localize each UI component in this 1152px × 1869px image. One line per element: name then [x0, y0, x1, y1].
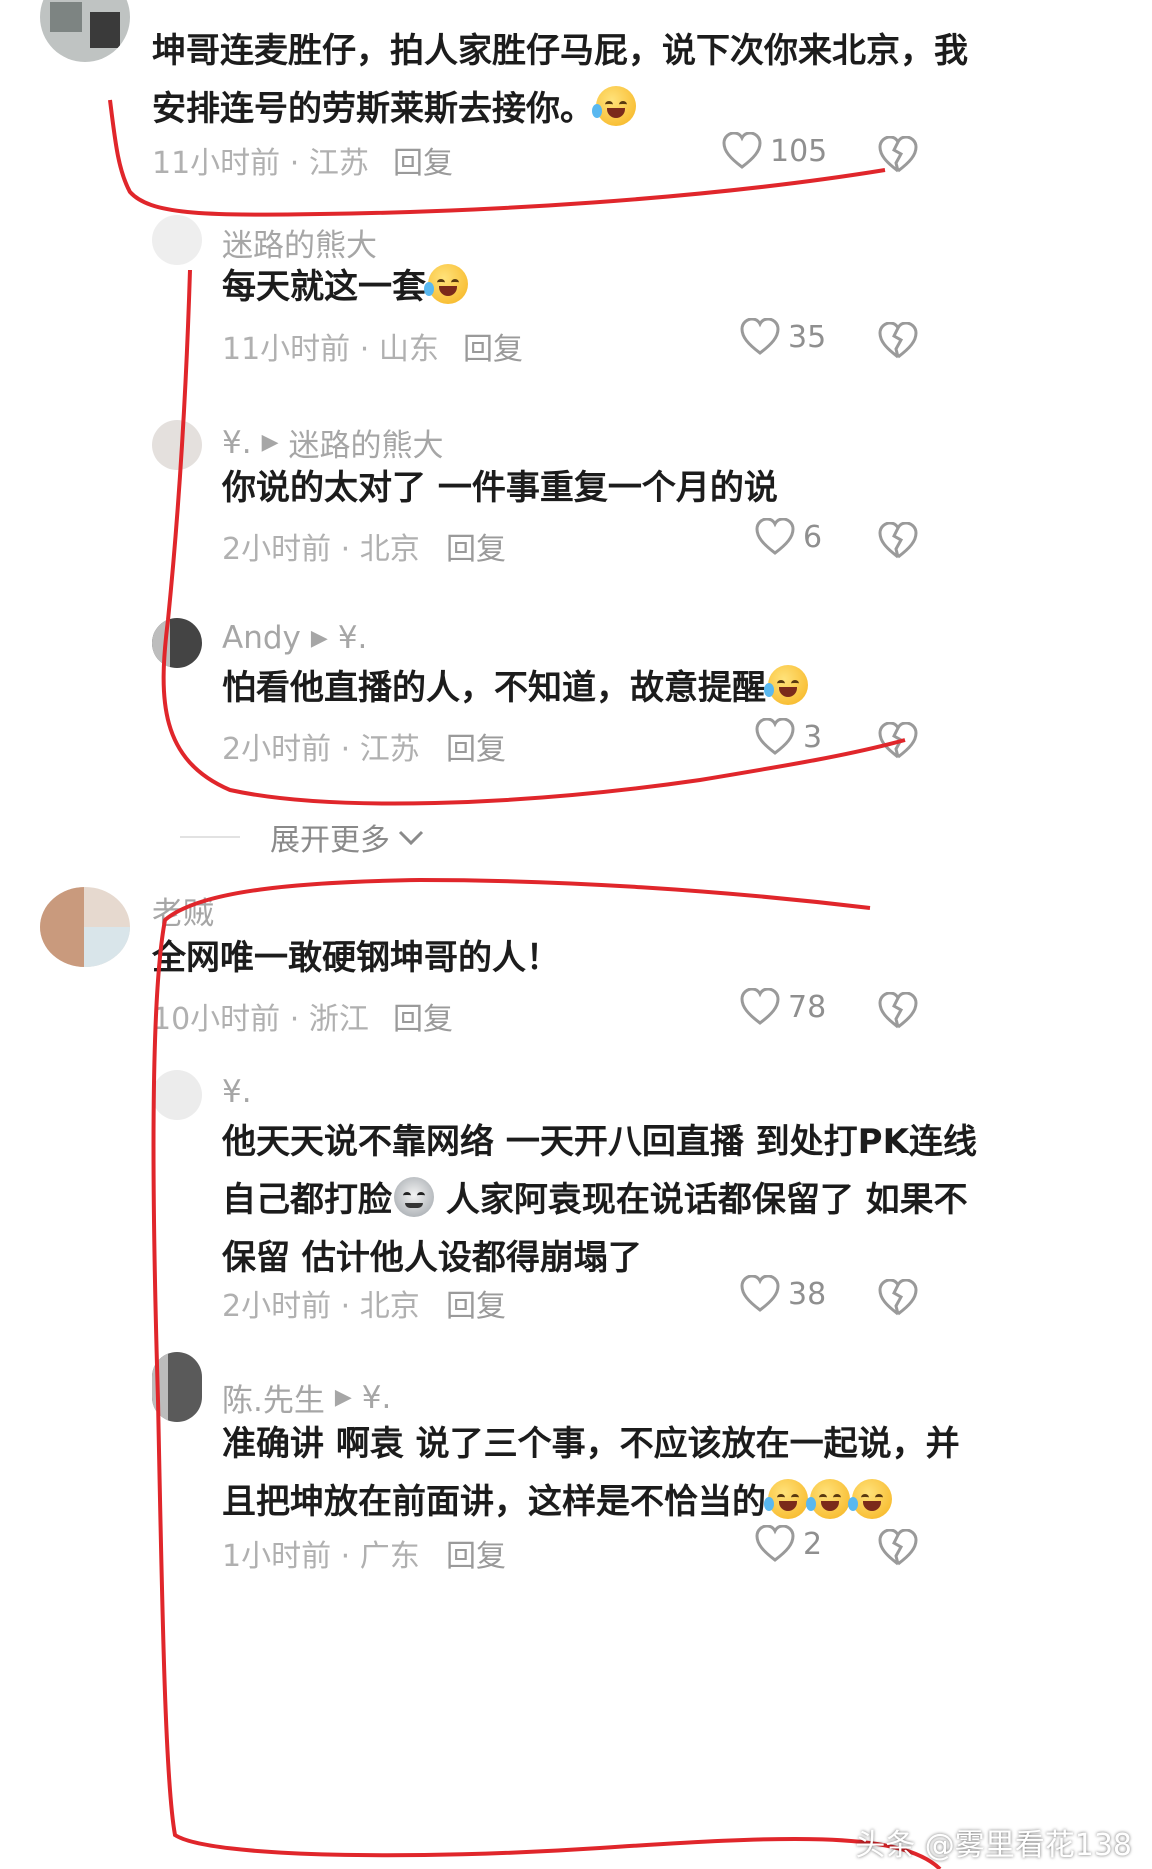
dislike-button[interactable] [878, 1529, 918, 1567]
like-button[interactable]: 78 [740, 988, 826, 1026]
dislike-button[interactable] [878, 136, 918, 174]
comment-text: 坤哥连麦胜仔，拍人家胜仔马屁，说下次你来北京，我 安排连号的劳斯莱斯去接你。 [152, 31, 968, 129]
like-button[interactable]: 38 [740, 1275, 826, 1313]
like-count: 78 [788, 989, 827, 1025]
comment-text: 他天天说不靠网络 一天开八回直播 到处打PK连线 自己都打脸 人家阿袁现在说话都… [222, 1122, 977, 1278]
timestamp: 2小时前 [222, 532, 332, 567]
like-count: 38 [788, 1276, 827, 1312]
comment-meta: 1小时前 · 广东 [222, 1539, 420, 1574]
reply-arrow-icon: ▶ [261, 430, 279, 455]
broken-heart-icon [878, 522, 918, 559]
broken-heart-icon [878, 992, 918, 1029]
avatar[interactable] [152, 618, 202, 668]
avatar[interactable] [40, 0, 130, 62]
comment-text: 全网唯一敢硬钢坤哥的人！ [152, 938, 560, 978]
like-button[interactable]: 6 [755, 518, 822, 556]
heart-icon [755, 718, 795, 756]
laughing-tears-emoji-icon [592, 86, 636, 126]
location: 江苏 [308, 146, 369, 181]
comment-meta: 11小时前 · 山东 [222, 332, 439, 367]
heart-icon [740, 988, 780, 1026]
like-button[interactable]: 2 [755, 1525, 822, 1563]
location: 北京 [359, 532, 420, 567]
divider [180, 836, 240, 838]
like-count: 3 [803, 719, 823, 755]
comment-meta: 11小时前 · 江苏 [152, 146, 369, 181]
broken-heart-icon [878, 1279, 918, 1316]
reply-arrow-icon: ▶ [334, 1385, 352, 1410]
reply-button[interactable]: 回复 [446, 724, 506, 768]
heart-icon [755, 1525, 795, 1563]
like-count: 35 [788, 319, 827, 355]
laughing-tears-emoji-icon [848, 1479, 892, 1519]
heart-icon [722, 132, 762, 170]
dislike-button[interactable] [878, 1279, 918, 1317]
chevron-down-icon [398, 820, 424, 855]
reply-button[interactable]: 回复 [446, 1531, 506, 1575]
like-button[interactable]: 105 [722, 132, 827, 170]
comment-text: 怕看他直播的人，不知道，故意提醒 [222, 659, 808, 717]
dislike-button[interactable] [878, 522, 918, 560]
avatar[interactable] [152, 215, 202, 265]
reply-button[interactable]: 回复 [446, 1281, 506, 1325]
avatar[interactable] [152, 420, 202, 470]
location: 浙江 [308, 1002, 369, 1037]
timestamp: 10小时前 [152, 1002, 281, 1037]
avatar[interactable] [40, 887, 130, 967]
reply-arrow-icon: ▶ [310, 625, 328, 651]
timestamp: 1小时前 [222, 1539, 332, 1574]
author-name[interactable]: 陈.先生 ▶ ¥. [222, 1375, 391, 1420]
location: 江苏 [359, 732, 420, 767]
like-button[interactable]: 3 [755, 718, 822, 756]
laughing-tears-emoji-icon [764, 665, 808, 705]
like-count: 2 [803, 1526, 823, 1562]
reply-button[interactable]: 回复 [463, 324, 523, 368]
laughing-tears-emoji-icon [764, 1479, 808, 1519]
avatar[interactable] [152, 1070, 202, 1120]
heart-icon [740, 318, 780, 356]
timestamp: 2小时前 [222, 732, 332, 767]
broken-heart-icon [878, 722, 918, 759]
location: 广东 [359, 1539, 420, 1574]
like-count: 6 [803, 519, 823, 555]
doge-emoji-icon [394, 1177, 434, 1217]
timestamp: 2小时前 [222, 1289, 332, 1324]
laughing-tears-emoji-icon [424, 264, 468, 304]
timestamp: 11小时前 [152, 146, 281, 181]
reply-to-name: ¥. [337, 620, 368, 656]
like-count: 105 [770, 133, 828, 169]
author-name[interactable]: Andy ▶ ¥. [222, 620, 367, 656]
comment-text: 你说的太对了 一件事重复一个月的说 [222, 468, 778, 508]
reply-button[interactable]: 回复 [446, 524, 506, 568]
dislike-button[interactable] [878, 322, 918, 360]
heart-icon [740, 1275, 780, 1313]
location: 北京 [359, 1289, 420, 1324]
reply-button[interactable]: 回复 [393, 994, 453, 1038]
comment-text: 每天就这一套 [222, 258, 468, 316]
comment-meta: 10小时前 · 浙江 [152, 1002, 369, 1037]
dislike-button[interactable] [878, 992, 918, 1030]
watermark: 头条 @雾里看花138 [855, 1828, 1132, 1863]
reply-button[interactable]: 回复 [393, 138, 453, 182]
author-name[interactable]: ¥. [222, 1074, 252, 1110]
laughing-tears-emoji-icon [806, 1479, 850, 1519]
author-name[interactable]: 老贼 [152, 888, 214, 933]
expand-more-button[interactable]: 展开更多 [180, 815, 424, 859]
comment-meta: 2小时前 · 北京 [222, 532, 420, 567]
comment-text: 准确讲 啊袁 说了三个事，不应该放在一起说，并 且把坤放在前面讲，这样是不恰当的 [222, 1424, 960, 1522]
broken-heart-icon [878, 1529, 918, 1566]
comment-meta: 2小时前 · 江苏 [222, 732, 420, 767]
avatar[interactable] [152, 1352, 202, 1422]
broken-heart-icon [878, 136, 918, 173]
comment-meta: 2小时前 · 北京 [222, 1289, 420, 1324]
dislike-button[interactable] [878, 722, 918, 760]
like-button[interactable]: 35 [740, 318, 826, 356]
timestamp: 11小时前 [222, 332, 351, 367]
location: 山东 [378, 332, 439, 367]
heart-icon [755, 518, 795, 556]
broken-heart-icon [878, 322, 918, 359]
reply-to-name: ¥. [361, 1379, 392, 1416]
